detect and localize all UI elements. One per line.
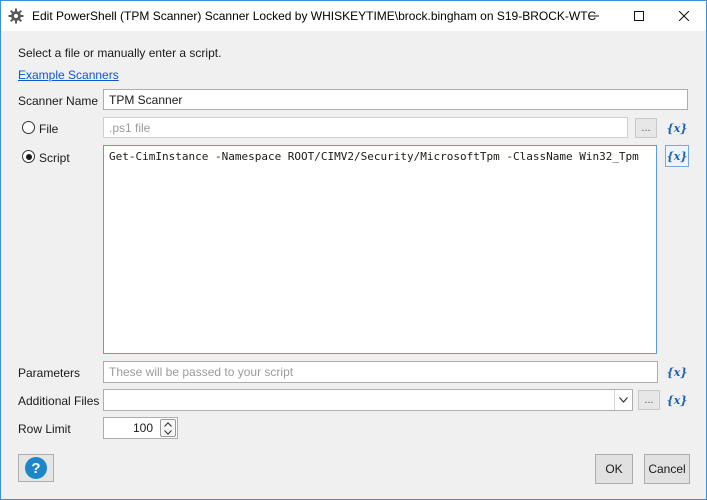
dialog-window: Edit PowerShell (TPM Scanner) Scanner Lo… — [0, 0, 707, 500]
parameters-label: Parameters — [18, 366, 81, 380]
parameters-input[interactable]: These will be passed to your script — [103, 361, 658, 383]
row-limit-stepper[interactable] — [160, 419, 176, 437]
chevron-up-icon[interactable] — [161, 420, 175, 428]
minimize-button[interactable] — [571, 1, 616, 31]
dialog-body: Select a file or manually enter a script… — [1, 31, 706, 499]
minimize-icon — [588, 15, 599, 17]
close-button[interactable] — [661, 1, 706, 31]
file-path-input[interactable]: .ps1 file — [103, 117, 628, 138]
row-limit-value: 100 — [132, 421, 153, 435]
file-radio[interactable] — [22, 121, 35, 134]
cancel-button[interactable]: Cancel — [644, 454, 690, 484]
title-bar[interactable]: Edit PowerShell (TPM Scanner) Scanner Lo… — [1, 1, 706, 31]
script-label: Script — [39, 151, 70, 165]
file-variable-button[interactable]: {x} — [665, 117, 689, 139]
script-radio[interactable] — [22, 150, 35, 163]
help-button[interactable]: ? — [18, 454, 54, 482]
row-limit-label: Row Limit — [18, 422, 71, 436]
script-editor[interactable]: Get-CimInstance -Namespace ROOT/CIMV2/Se… — [103, 145, 657, 354]
close-icon — [678, 11, 689, 21]
variable-icon: {x} — [666, 393, 688, 407]
file-label: File — [39, 122, 59, 136]
variable-icon: {x} — [666, 121, 688, 135]
file-browse-button[interactable]: ... — [635, 118, 657, 138]
additional-files-label: Additional Files — [18, 394, 100, 408]
chevron-down-icon[interactable] — [614, 390, 632, 410]
maximize-button[interactable] — [616, 1, 661, 31]
scanner-name-label: Scanner Name — [18, 94, 99, 108]
gear-icon — [8, 8, 24, 24]
additional-files-browse-button[interactable]: ... — [638, 390, 660, 410]
ok-button[interactable]: OK — [595, 454, 633, 484]
help-icon: ? — [25, 457, 47, 479]
variable-icon: {x} — [666, 149, 688, 163]
row-limit-spinner[interactable]: 100 — [103, 417, 178, 439]
maximize-icon — [633, 11, 644, 21]
parameters-variable-button[interactable]: {x} — [665, 361, 689, 383]
script-variable-button[interactable]: {x} — [665, 145, 689, 167]
variable-icon: {x} — [666, 365, 688, 379]
scanner-name-input[interactable]: TPM Scanner — [103, 89, 688, 110]
instruction-text: Select a file or manually enter a script… — [18, 46, 222, 60]
chevron-down-icon[interactable] — [161, 428, 175, 436]
additional-files-combobox[interactable] — [103, 389, 633, 411]
window-title: Edit PowerShell (TPM Scanner) Scanner Lo… — [32, 9, 597, 23]
additional-files-variable-button[interactable]: {x} — [665, 389, 689, 411]
example-scanners-link[interactable]: Example Scanners — [18, 68, 119, 82]
